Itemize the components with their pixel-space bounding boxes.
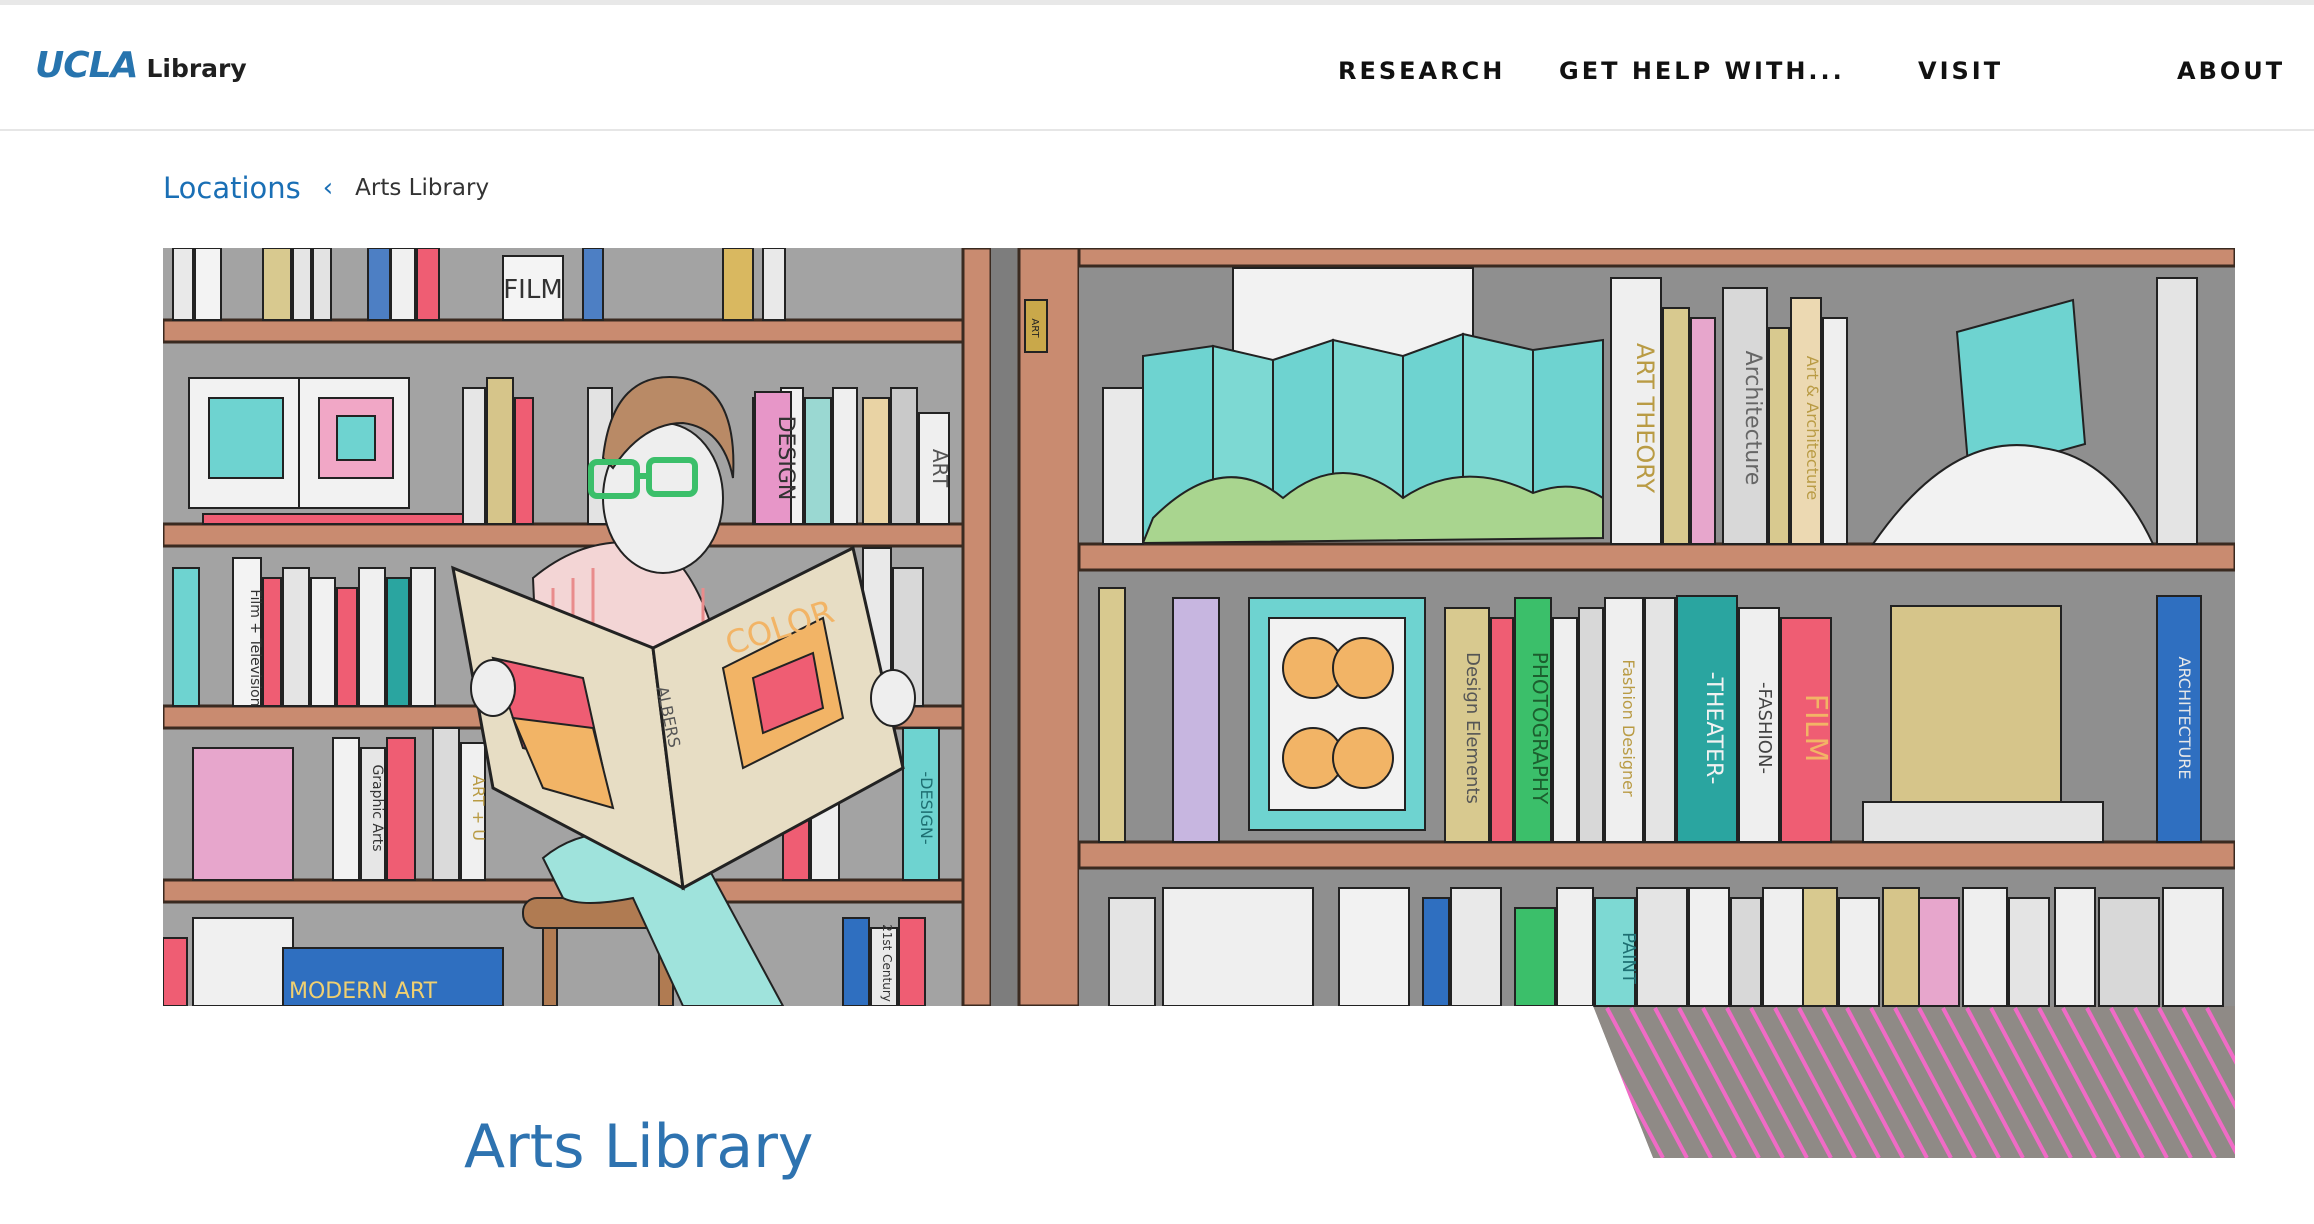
nav-about[interactable]: ABOUT [2177,57,2285,85]
photography-book-label: PHOTOGRAPHY [1528,652,1552,805]
design-book-label: DESIGN [773,416,798,501]
hero-illustration-svg: ART FILM DESIGN ART Film + Television Gr… [163,248,2235,1158]
bookcase-post [1017,248,1081,1008]
modern-art-book-label: MODERN ART [289,979,438,1004]
main-nav: RESEARCH GET HELP WITH... VISIT ABOUT [0,57,2314,97]
site-header: UCLA Library RESEARCH GET HELP WITH... V… [0,5,2314,131]
design-elements-book-label: Design Elements [1462,652,1483,804]
art-architecture-book-label: Art & Architecture [1803,356,1822,500]
nav-get-help-with[interactable]: GET HELP WITH... [1559,57,1845,85]
shelf [163,318,965,344]
breadcrumb: Locations ‹ Arts Library [163,168,489,208]
graphic-arts-book-label: Graphic Arts [369,764,385,851]
art-book-label: ART [928,449,952,488]
21st-century-book-label: 21st Century [880,924,894,1002]
film-book-label: FILM [1798,694,1833,763]
books-row-right-3 [1108,887,2224,1007]
theater-book-label: -THEATER- [1701,672,1726,785]
film-sign-text: FILM [503,275,563,305]
bookcase-gap [991,248,1019,1006]
shelf [1077,542,2235,572]
art-sign-text: ART [1029,318,1040,338]
nav-research[interactable]: RESEARCH [1338,57,1505,85]
design-spine-label: -DESIGN- [917,771,936,844]
nav-visit[interactable]: VISIT [1918,57,2003,85]
page-title: Arts Library [464,1112,814,1182]
bookcase-post [961,248,993,1008]
breadcrumb-current: Arts Library [355,175,490,201]
chevron-left-icon: ‹ [322,173,334,203]
hero-white-cut [163,1006,1653,1158]
art-u-book-label: ART + U [469,775,488,841]
film-tv-book-label: Film + Television [247,589,263,706]
architecture-spine-label: ARCHITECTURE [2175,657,2194,780]
architecture-book-label: Architecture [1740,351,1765,486]
shelf [163,522,965,548]
shelf [1077,248,2235,268]
fashion-book-label: -FASHION- [1754,682,1775,774]
breadcrumb-locations-link[interactable]: Locations [163,171,301,205]
books-row-right-2 [1098,587,2202,843]
hero-illustration: ART FILM DESIGN ART Film + Television Gr… [163,248,2235,1158]
fashion-designer-book-label: Fashion Designer [1619,659,1638,797]
shelf [1077,840,2235,870]
art-theory-book-label: ART THEORY [1631,343,1659,494]
paint-book-label: PAINT [1618,932,1639,985]
